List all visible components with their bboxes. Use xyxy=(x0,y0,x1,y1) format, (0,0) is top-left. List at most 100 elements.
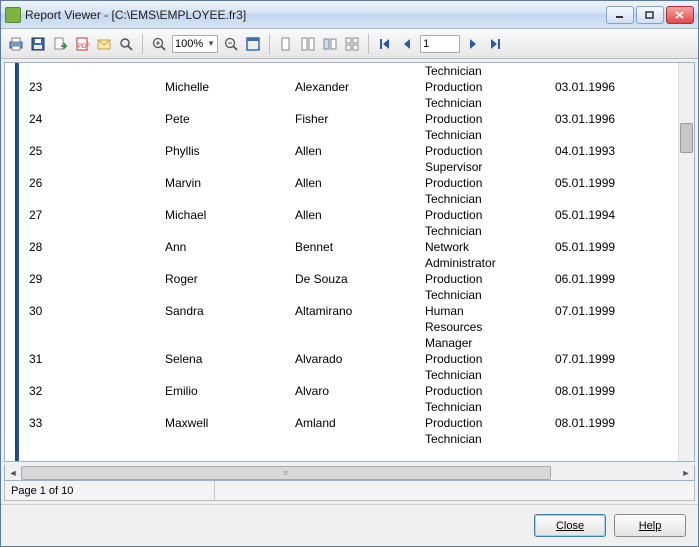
toolbar: PDF 100% ▼ xyxy=(1,29,698,59)
cell-firstname: Ann xyxy=(165,239,295,271)
cell-jobtitle: ProductionTechnician xyxy=(425,383,555,415)
cell-number: 31 xyxy=(25,351,165,383)
table-row: 26MarvinAllenProductionTechnician05.01.1… xyxy=(25,175,678,207)
export-icon[interactable] xyxy=(51,35,69,53)
table-row: 28AnnBennetNetworkAdministrator05.01.199… xyxy=(25,239,678,271)
cell-firstname: Sandra xyxy=(165,303,295,351)
svg-text:PDF: PDF xyxy=(78,44,90,50)
table-row: 29RogerDe SouzaProductionTechnician06.01… xyxy=(25,271,678,303)
cell-date: 07.01.1999 xyxy=(555,351,645,383)
cell-date: 05.01.1994 xyxy=(555,207,645,239)
toolbar-separator xyxy=(142,34,143,54)
first-page-icon[interactable] xyxy=(376,35,394,53)
table-row: 27MichaelAllenProductionTechnician05.01.… xyxy=(25,207,678,239)
cell-date: 04.01.1993 xyxy=(555,143,645,175)
email-icon[interactable] xyxy=(95,35,113,53)
maximize-button[interactable] xyxy=(636,6,664,24)
status-empty xyxy=(215,481,694,500)
statusbar: Page 1 of 10 xyxy=(4,481,695,501)
cell-firstname: Pete xyxy=(165,111,295,143)
hscroll-right-arrow-icon[interactable]: ► xyxy=(678,466,694,480)
hscroll-track[interactable]: ≡ xyxy=(21,466,678,480)
window-controls xyxy=(606,6,694,24)
footer: Close Help xyxy=(1,504,698,546)
cell-date: 06.01.1999 xyxy=(555,271,645,303)
toolbar-separator xyxy=(269,34,270,54)
horizontal-scrollbar[interactable]: ◄ ≡ ► xyxy=(4,465,695,481)
zoom-in-icon[interactable] xyxy=(150,35,168,53)
vertical-scrollbar[interactable] xyxy=(678,63,694,461)
page-margin-strip xyxy=(15,63,19,461)
next-page-icon[interactable] xyxy=(464,35,482,53)
hscroll-thumb[interactable]: ≡ xyxy=(21,466,551,480)
cell-date: 03.01.1996 xyxy=(555,79,645,111)
cell-lastname: Amland xyxy=(295,415,425,447)
outline-icon[interactable] xyxy=(321,35,339,53)
cell-number: 23 xyxy=(25,79,165,111)
cell-jobtitle: ProductionTechnician xyxy=(425,79,555,111)
cell-jobtitle: ProductionTechnician xyxy=(425,351,555,383)
print-icon[interactable] xyxy=(7,35,25,53)
cell-number: 26 xyxy=(25,175,165,207)
zoom-value: 100% xyxy=(175,38,203,50)
find-icon[interactable] xyxy=(117,35,135,53)
help-button[interactable]: Help xyxy=(614,514,686,537)
cell-jobtitle: ProductionTechnician xyxy=(425,415,555,447)
cell-date: 08.01.1999 xyxy=(555,415,645,447)
cell-lastname: Alvaro xyxy=(295,383,425,415)
minimize-button[interactable] xyxy=(606,6,634,24)
toolbar-separator xyxy=(368,34,369,54)
cell-lastname: De Souza xyxy=(295,271,425,303)
app-icon xyxy=(5,7,21,23)
cell-number: 33 xyxy=(25,415,165,447)
app-window: Report Viewer - [C:\EMS\EMPLOYEE.fr3] PD… xyxy=(0,0,699,547)
table-row: 31SelenaAlvaradoProductionTechnician07.0… xyxy=(25,351,678,383)
page-number-input[interactable] xyxy=(420,35,460,53)
close-button[interactable]: Close xyxy=(534,514,606,537)
cell-firstname: Marvin xyxy=(165,175,295,207)
cell-jobtitle: ProductionSupervisor xyxy=(425,143,555,175)
cell-number: 27 xyxy=(25,207,165,239)
table-row: 23MichelleAlexanderProductionTechnician0… xyxy=(25,79,678,111)
cell-lastname: Altamirano xyxy=(295,303,425,351)
last-page-icon[interactable] xyxy=(486,35,504,53)
zoom-out-icon[interactable] xyxy=(222,35,240,53)
thumbnails-icon[interactable] xyxy=(343,35,361,53)
page-layout-2-icon[interactable] xyxy=(299,35,317,53)
table-row: 32EmilioAlvaroProductionTechnician08.01.… xyxy=(25,383,678,415)
cell-firstname: Selena xyxy=(165,351,295,383)
cell-number: 29 xyxy=(25,271,165,303)
cell-firstname: Emilio xyxy=(165,383,295,415)
zoom-combobox[interactable]: 100% ▼ xyxy=(172,35,218,53)
cell-firstname: Michael xyxy=(165,207,295,239)
page-layout-1-icon[interactable] xyxy=(277,35,295,53)
report-table: Technician 23MichelleAlexanderProduction… xyxy=(25,63,678,461)
cell-firstname: Michelle xyxy=(165,79,295,111)
prev-page-icon[interactable] xyxy=(398,35,416,53)
table-row: 25PhyllisAllenProductionSupervisor04.01.… xyxy=(25,143,678,175)
cell-date: 05.01.1999 xyxy=(555,175,645,207)
cell-firstname: Maxwell xyxy=(165,415,295,447)
report-viewport: Technician 23MichelleAlexanderProduction… xyxy=(4,62,695,462)
titlebar: Report Viewer - [C:\EMS\EMPLOYEE.fr3] xyxy=(1,1,698,29)
pdf-icon[interactable]: PDF xyxy=(73,35,91,53)
cell-lastname: Allen xyxy=(295,207,425,239)
save-icon[interactable] xyxy=(29,35,47,53)
fullscreen-icon[interactable] xyxy=(244,35,262,53)
cell-date: 05.01.1999 xyxy=(555,239,645,271)
table-row: 24PeteFisherProductionTechnician03.01.19… xyxy=(25,111,678,143)
close-window-button[interactable] xyxy=(666,6,694,24)
table-row: Technician xyxy=(25,63,678,79)
vertical-scroll-thumb[interactable] xyxy=(680,123,693,153)
cell-lastname: Alvarado xyxy=(295,351,425,383)
hscroll-left-arrow-icon[interactable]: ◄ xyxy=(5,466,21,480)
cell-jobtitle: ProductionTechnician xyxy=(425,271,555,303)
cell-jobtitle: ProductionTechnician xyxy=(425,111,555,143)
cell-date: 03.01.1996 xyxy=(555,111,645,143)
cell-number: 32 xyxy=(25,383,165,415)
cell-number: 24 xyxy=(25,111,165,143)
table-row: 30SandraAltamiranoHumanResourcesManager0… xyxy=(25,303,678,351)
dropdown-arrow-icon: ▼ xyxy=(207,39,215,48)
cell-number: 25 xyxy=(25,143,165,175)
cell-firstname: Roger xyxy=(165,271,295,303)
